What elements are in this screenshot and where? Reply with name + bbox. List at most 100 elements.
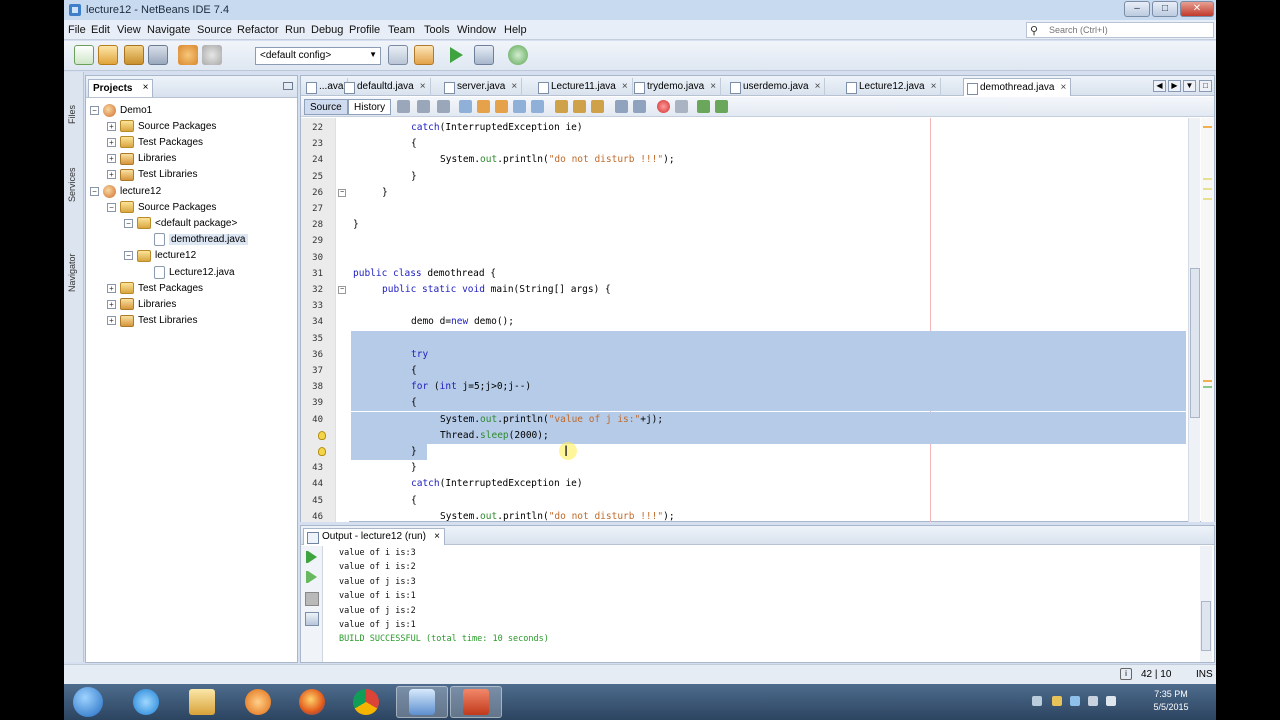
build-icon[interactable] <box>388 45 408 65</box>
editor-tab[interactable]: server.java × <box>441 78 523 96</box>
stripe-mark[interactable] <box>1203 126 1212 128</box>
clean-build-icon[interactable] <box>414 45 434 65</box>
tray-app-icon[interactable] <box>1070 696 1080 706</box>
close-icon[interactable]: × <box>434 531 440 542</box>
network-icon[interactable] <box>1088 696 1098 706</box>
save-all-icon[interactable] <box>148 45 168 65</box>
expand-toggle-icon[interactable]: − <box>107 202 116 212</box>
scrollbar-thumb[interactable] <box>1201 601 1211 651</box>
editor-tab[interactable]: Lecture12.java × <box>843 78 942 96</box>
menu-view[interactable]: View <box>117 24 141 36</box>
search-box[interactable]: ⚲ <box>1026 22 1214 38</box>
tab-list-icon[interactable]: ▼ <box>1183 80 1196 92</box>
find-icon[interactable] <box>459 100 472 113</box>
fold-toggle-icon[interactable]: − <box>338 188 346 197</box>
rerun-with-params-icon[interactable] <box>305 570 319 584</box>
find-next-icon[interactable] <box>495 100 508 113</box>
redo-icon[interactable] <box>202 45 222 65</box>
uncomment-icon[interactable] <box>715 100 728 113</box>
output-tab[interactable]: Output - lecture12 (run) × <box>303 528 445 545</box>
history-button[interactable]: History <box>348 99 392 115</box>
menu-edit[interactable]: Edit <box>91 24 110 36</box>
stripe-mark[interactable] <box>1203 178 1212 180</box>
notifications-icon[interactable]: i <box>1120 668 1132 680</box>
close-tab-icon[interactable]: × <box>710 81 716 92</box>
forward-icon[interactable] <box>417 100 430 113</box>
menu-source[interactable]: Source <box>197 24 232 36</box>
undo-icon[interactable] <box>178 45 198 65</box>
scrollbar-thumb[interactable] <box>1190 268 1200 418</box>
projects-tab[interactable]: Projects × <box>88 79 154 97</box>
close-tab-icon[interactable]: × <box>1061 82 1067 93</box>
editor-vertical-scrollbar[interactable] <box>1188 118 1200 522</box>
stop-macro-icon[interactable] <box>675 100 688 113</box>
expand-toggle-icon[interactable]: + <box>107 137 116 147</box>
navigator-tab[interactable]: Navigator <box>67 222 81 292</box>
editor-tab[interactable]: Lecture11.java × <box>535 78 633 96</box>
expand-toggle-icon[interactable]: − <box>124 218 133 228</box>
expand-toggle-icon[interactable]: − <box>90 186 99 196</box>
tree-node[interactable]: − lecture12 <box>90 183 161 199</box>
scroll-left-icon[interactable]: ◀ <box>1153 80 1166 92</box>
menu-tools[interactable]: Tools <box>424 24 450 36</box>
menu-help[interactable]: Help <box>504 24 527 36</box>
settings-icon[interactable] <box>305 612 319 626</box>
new-project-icon[interactable] <box>98 45 118 65</box>
shift-right-icon[interactable] <box>633 100 646 113</box>
menu-profile[interactable]: Profile <box>349 24 380 36</box>
close-icon[interactable]: × <box>143 82 149 93</box>
taskbar-chrome[interactable] <box>340 686 392 718</box>
close-tab-icon[interactable]: × <box>511 81 517 92</box>
stop-icon[interactable] <box>305 592 319 606</box>
expand-toggle-icon[interactable]: − <box>90 105 99 115</box>
tree-node[interactable]: Lecture12.java <box>141 264 235 280</box>
scroll-right-icon[interactable]: ▶ <box>1168 80 1181 92</box>
stripe-mark[interactable] <box>1203 386 1212 388</box>
expand-toggle-icon[interactable]: + <box>107 316 116 326</box>
tree-node[interactable]: + Libraries <box>107 296 176 312</box>
toggle-rect-select-icon[interactable] <box>531 100 544 113</box>
expand-toggle-icon[interactable]: + <box>107 170 116 180</box>
last-edit-icon[interactable] <box>437 100 450 113</box>
editor-tab[interactable]: trydemo.java × <box>631 78 722 96</box>
menu-navigate[interactable]: Navigate <box>147 24 190 36</box>
menu-refactor[interactable]: Refactor <box>237 24 279 36</box>
close-button[interactable]: ✕ <box>1180 1 1214 17</box>
taskbar-powerpoint[interactable] <box>450 686 502 718</box>
comment-icon[interactable] <box>697 100 710 113</box>
close-tab-icon[interactable]: × <box>622 81 628 92</box>
expand-toggle-icon[interactable]: + <box>107 283 116 293</box>
menu-run[interactable]: Run <box>285 24 305 36</box>
open-project-icon[interactable] <box>124 45 144 65</box>
minimize-panel-icon[interactable] <box>283 82 293 90</box>
tree-node[interactable]: − lecture12 <box>124 248 196 264</box>
taskbar-firefox[interactable] <box>286 686 338 718</box>
run-icon[interactable] <box>446 45 466 65</box>
tree-node[interactable]: − <default package> <box>124 215 237 231</box>
tree-node[interactable]: + Test Packages <box>107 134 203 150</box>
taskbar-internet-explorer[interactable] <box>120 686 172 718</box>
expand-toggle-icon[interactable]: + <box>107 154 116 164</box>
minimize-button[interactable]: – <box>1124 1 1150 17</box>
start-macro-icon[interactable] <box>657 100 670 113</box>
close-tab-icon[interactable]: × <box>815 81 821 92</box>
menu-file[interactable]: File <box>68 24 86 36</box>
taskbar-netbeans[interactable] <box>396 686 448 718</box>
editor-tab[interactable]: demothread.java × <box>963 78 1072 96</box>
config-select[interactable]: <default config> ▼ <box>255 47 381 65</box>
editor-tab[interactable]: userdemo.java × <box>727 78 826 96</box>
close-tab-icon[interactable]: × <box>931 81 937 92</box>
back-icon[interactable] <box>397 100 410 113</box>
close-tab-icon[interactable]: × <box>420 81 426 92</box>
hint-bulb-icon[interactable] <box>318 430 326 440</box>
volume-icon[interactable] <box>1106 696 1116 706</box>
new-file-icon[interactable] <box>74 45 94 65</box>
start-button[interactable] <box>66 686 110 718</box>
expand-toggle-icon[interactable]: + <box>107 299 116 309</box>
show-hidden-icons-icon[interactable] <box>1032 696 1042 706</box>
tray-flag-icon[interactable] <box>1052 696 1062 706</box>
fold-toggle-icon[interactable]: − <box>338 286 346 294</box>
tree-node[interactable]: + Test Libraries <box>107 167 197 183</box>
find-previous-icon[interactable] <box>477 100 490 113</box>
stripe-mark[interactable] <box>1203 380 1212 382</box>
